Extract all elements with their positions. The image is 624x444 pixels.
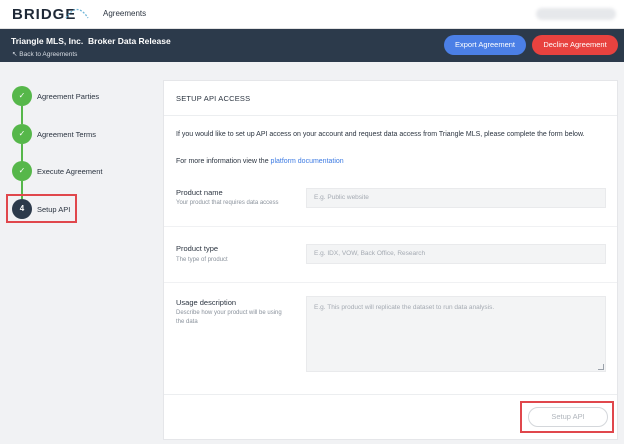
divider [164, 394, 617, 395]
step-agreement-terms[interactable]: ✓ Agreement Terms [12, 124, 152, 146]
product-name-input[interactable]: E.g. Public website [306, 188, 606, 208]
step-label: Agreement Terms [37, 130, 97, 139]
divider [164, 115, 617, 116]
check-icon: ✓ [12, 124, 32, 144]
nav-link-agreements[interactable]: Agreements [103, 9, 146, 18]
usage-description-label: Usage description [176, 298, 237, 307]
user-menu[interactable] [536, 8, 616, 20]
top-bar: BRIDGE Agreements [0, 0, 624, 29]
product-name-label: Product name [176, 188, 223, 197]
step-connector [21, 144, 23, 162]
usage-description-hint: Describe how your product will be using … [176, 310, 282, 325]
more-info-text: For more information view the platform d… [176, 158, 344, 165]
agreement-title: Broker Data Release [88, 36, 171, 46]
divider [164, 282, 617, 283]
intro-text: If you would like to set up API access o… [176, 131, 585, 138]
step-agreement-parties[interactable]: ✓ Agreement Parties [12, 86, 152, 108]
check-icon: ✓ [12, 161, 32, 181]
logo-arc-icon [65, 8, 89, 19]
back-to-agreements-link[interactable]: ↖ Back to Agreements [12, 50, 77, 58]
resize-handle-icon[interactable] [598, 364, 604, 370]
panel-title: SETUP API ACCESS [176, 94, 251, 103]
step-label: Execute Agreement [37, 167, 103, 176]
divider [164, 226, 617, 227]
highlight-box-setup-button [520, 401, 614, 433]
decline-agreement-button[interactable]: Decline Agreement [532, 35, 618, 55]
usage-description-textarea[interactable]: E.g. This product will replicate the dat… [306, 296, 606, 372]
organization-name: Triangle MLS, Inc. [11, 36, 84, 46]
product-type-label: Product type [176, 244, 219, 253]
step-connector [21, 106, 23, 124]
setup-api-panel: SETUP API ACCESS If you would like to se… [163, 80, 618, 440]
more-info-prefix: For more information view the [176, 158, 271, 165]
product-name-hint: Your product that requires data access [176, 200, 279, 206]
step-label: Agreement Parties [37, 92, 100, 101]
platform-documentation-link[interactable]: platform documentation [271, 158, 344, 165]
highlight-box-setup-step [6, 194, 77, 223]
export-agreement-button[interactable]: Export Agreement [444, 35, 526, 55]
product-type-input[interactable]: E.g. IDX, VOW, Back Office, Research [306, 244, 606, 264]
product-type-hint: The type of product [176, 257, 228, 263]
check-icon: ✓ [12, 86, 32, 106]
step-execute-agreement[interactable]: ✓ Execute Agreement [12, 161, 152, 183]
